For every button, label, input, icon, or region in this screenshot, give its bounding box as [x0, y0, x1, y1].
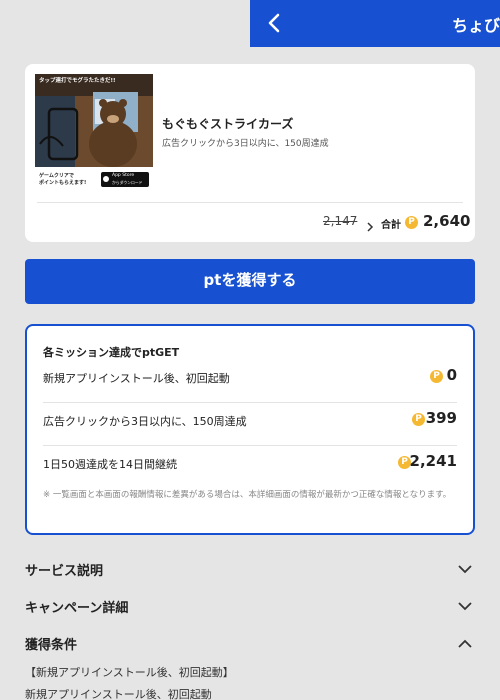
- disclaimer-note: ※ 一覧画面と本画面の報酬情報に差異がある場合は、本詳細画面の情報が最新かつ正確…: [43, 490, 452, 500]
- thumb-banner: タップ連打でモグラたたきだ!!: [39, 78, 116, 84]
- mission-points: 0: [446, 366, 457, 384]
- app-card: タップ連打でモグラたたきだ!! ゲームクリアで ポイントもらえます! App S…: [25, 64, 475, 242]
- divider: [37, 202, 463, 203]
- conditions-text: 新規アプリインストール後、初回起動: [25, 688, 212, 700]
- mission-label: 新規アプリインストール後、初回起動: [43, 372, 230, 385]
- mission-points: 399: [425, 409, 457, 427]
- coin-icon: P: [430, 370, 443, 383]
- accordion-service[interactable]: サービス説明: [25, 558, 475, 582]
- accordion-campaign[interactable]: キャンペーン詳細: [25, 595, 475, 619]
- mission-row: 広告クリックから3日以内に、150周達成 P 399: [43, 403, 457, 446]
- chevron-up-icon: [458, 639, 472, 648]
- mission-label: 1日50週達成を14日間継続: [43, 458, 177, 471]
- chevron-right-icon: [366, 217, 374, 232]
- header-bar: ちょび: [250, 0, 500, 47]
- conditions-heading: 【新規アプリインストール後、初回起動】: [25, 666, 234, 679]
- mission-label: 広告クリックから3日以内に、150周達成: [43, 415, 247, 428]
- old-points: 2,147: [323, 214, 358, 228]
- missions-box: 各ミッション達成でptGET 新規アプリインストール後、初回起動 P 0 広告ク…: [25, 324, 475, 535]
- get-points-button[interactable]: ptを獲得する: [25, 259, 475, 304]
- thumb-caption-1: ゲームクリアで: [39, 173, 74, 179]
- accordion-title: 獲得条件: [25, 638, 78, 653]
- coin-icon: P: [405, 216, 418, 229]
- app-name: もぐもぐストライカーズ: [162, 117, 294, 131]
- chevron-left-icon[interactable]: [264, 11, 286, 35]
- mission-row: 1日50週達成を14日間継続 P 2,241: [43, 446, 457, 489]
- chevron-down-icon: [458, 565, 472, 574]
- mission-row: 新規アプリインストール後、初回起動 P 0: [43, 360, 457, 403]
- total-label: 合計: [381, 220, 401, 231]
- thumb-caption-2: ポイントもらえます!: [39, 180, 87, 186]
- accordion-conditions[interactable]: 獲得条件: [25, 632, 475, 656]
- accordion-title: キャンペーン詳細: [25, 601, 129, 616]
- store-badge-line-1: App Store: [112, 173, 135, 178]
- total-points: 2,640: [423, 212, 471, 230]
- mission-points: 2,241: [409, 452, 457, 470]
- coin-icon: P: [412, 413, 425, 426]
- missions-title: 各ミッション達成でptGET: [43, 346, 180, 359]
- header-title: ちょび: [452, 16, 500, 35]
- app-description: 広告クリックから3日以内に、150周達成: [162, 139, 329, 149]
- store-badge-line-2: からダウンロード: [112, 180, 143, 185]
- chevron-down-icon: [458, 602, 472, 611]
- accordion-title: サービス説明: [25, 564, 104, 579]
